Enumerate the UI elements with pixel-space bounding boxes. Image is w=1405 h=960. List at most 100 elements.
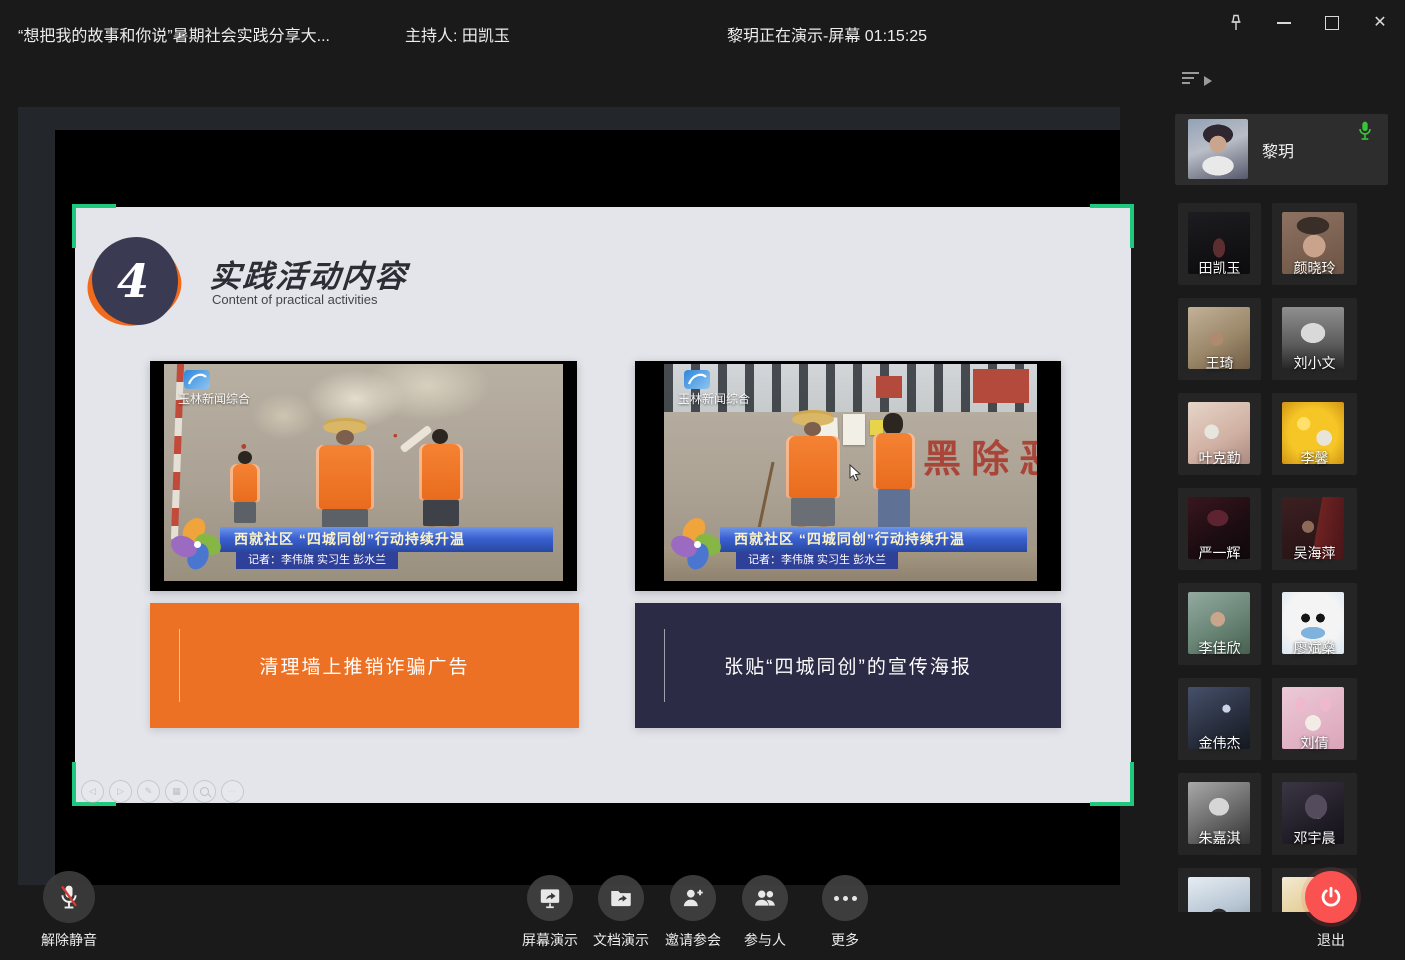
collapse-line [1182, 82, 1190, 84]
screen-share-icon [527, 875, 573, 921]
close-icon: ✕ [1373, 15, 1386, 31]
participant-tile[interactable] [1178, 868, 1261, 912]
tv-logo-icon [684, 370, 710, 389]
figure-head [804, 422, 821, 436]
zoom-icon [193, 780, 216, 803]
participant-tile[interactable]: 叶克勤 [1178, 393, 1261, 475]
maximize-button[interactable] [1317, 8, 1347, 38]
collapse-panel-icon[interactable] [1182, 72, 1212, 90]
figure-shorts [791, 498, 835, 526]
invite-icon [670, 875, 716, 921]
participants-panel: 黎玥 田凯玉 颜晓玲 王琦 刘小文 叶克勤 李馨 严一辉 吴海萍 李佳欣 廖斌燊… [1165, 60, 1405, 912]
participant-name: 廖斌燊 [1272, 638, 1357, 658]
figure-vest [230, 464, 260, 502]
screen-share-label: 屏幕演示 [515, 930, 585, 950]
participant-name: 颜晓玲 [1272, 258, 1357, 278]
tv-watermark: 玉林新闻综合 [178, 370, 250, 407]
news-caption-bar: 西就社区 “四城同创”行动持续升温 记者：李伟旗 实习生 彭水兰 [664, 527, 1037, 575]
participant-tile[interactable]: 田凯玉 [1178, 203, 1261, 285]
slide-nav-controls: ◁ ▷ ✎ ▦ ∙∙∙ [81, 780, 244, 803]
figure-shorts [423, 500, 459, 526]
power-icon [1305, 871, 1357, 923]
participant-tile[interactable]: 邓宇晨 [1272, 773, 1357, 855]
video-still-right: 扫黑除恶 [635, 361, 1061, 591]
figure-vest [786, 436, 840, 498]
more-icon: ∙∙∙ [221, 780, 244, 803]
unmute-label: 解除静音 [14, 930, 124, 950]
prev-icon: ◁ [81, 780, 104, 803]
mouse-cursor [849, 464, 863, 487]
collapse-arrow [1204, 76, 1212, 86]
participant-tile[interactable]: 严一辉 [1178, 488, 1261, 570]
collapse-line [1182, 72, 1199, 74]
window-controls: ✕ [1221, 8, 1395, 38]
titlebar: “想把我的故事和你说”暑期社会实践分享大... 主持人: 田凯玉 黎玥正在演示-… [0, 0, 1405, 64]
tv-watermark: 玉林新闻综合 [678, 370, 750, 407]
figure-head [432, 429, 448, 444]
red-building-patch [876, 376, 902, 398]
caption-box-orange: 清理墙上推销诈骗广告 [150, 603, 579, 728]
minimize-button[interactable] [1269, 8, 1299, 38]
caption-box-navy: 张贴“四城同创”的宣传海报 [635, 603, 1061, 728]
participant-name: 王琦 [1178, 353, 1261, 373]
figure-vest [316, 445, 374, 509]
participants-label: 参与人 [737, 930, 793, 950]
caption-divider-line [179, 629, 180, 702]
participant-tile[interactable]: 刘倩 [1272, 678, 1357, 760]
section-number-badge: 4 [85, 233, 185, 333]
participant-tile[interactable]: 李馨 [1272, 393, 1357, 475]
watermark-text: 玉林新闻综合 [678, 390, 750, 407]
participant-tile[interactable]: 颜晓玲 [1272, 203, 1357, 285]
section-number: 4 [117, 254, 149, 308]
participants-icon [742, 875, 788, 921]
close-button[interactable]: ✕ [1365, 8, 1395, 38]
participant-name: 金伟杰 [1178, 733, 1261, 753]
mic-on-icon [1357, 120, 1373, 147]
participant-tile[interactable]: 朱嘉淇 [1178, 773, 1261, 855]
next-icon: ▷ [109, 780, 132, 803]
host-label: 主持人: 田凯玉 [405, 22, 510, 46]
participant-name: 叶克勤 [1178, 448, 1261, 468]
avatar [1188, 877, 1250, 912]
news-caption-bar: 西就社区 “四城同创”行动持续升温 记者：李伟旗 实习生 彭水兰 [164, 527, 563, 575]
participant-tile[interactable]: 金伟杰 [1178, 678, 1261, 760]
speaker-card[interactable]: 黎玥 [1175, 114, 1388, 185]
participant-tile[interactable]: 王琦 [1178, 298, 1261, 380]
speaker-name: 黎玥 [1262, 138, 1294, 162]
participant-name: 刘倩 [1272, 733, 1357, 753]
meeting-title: “想把我的故事和你说”暑期社会实践分享大... [18, 22, 330, 46]
participant-name: 刘小文 [1272, 353, 1357, 373]
exit-label: 退出 [1301, 930, 1361, 950]
news-caption-sub: 记者：李伟旗 实习生 彭水兰 [236, 552, 398, 569]
red-building-patch [973, 369, 1029, 403]
maximize-icon [1325, 16, 1339, 30]
slide-subtitle: Content of practical activities [212, 292, 377, 307]
tv-logo-icon [184, 370, 210, 389]
person-figure [228, 451, 262, 523]
pin-icon[interactable] [1221, 8, 1251, 38]
more-icon [822, 875, 868, 921]
video-photo: 扫黑除恶 [664, 364, 1037, 581]
participant-name: 邓宇晨 [1272, 828, 1357, 848]
caption-divider-line [664, 629, 665, 702]
participant-tile[interactable]: 吴海萍 [1272, 488, 1357, 570]
logo-center [194, 541, 201, 548]
collapse-line [1182, 77, 1194, 79]
presenting-status: 黎玥正在演示-屏幕 01:15:25 [727, 22, 927, 46]
news-caption-main: 西就社区 “四城同创”行动持续升温 [720, 527, 1027, 552]
participant-name: 李馨 [1272, 448, 1357, 468]
participant-name: 田凯玉 [1178, 258, 1261, 278]
slides-icon: ▦ [165, 780, 188, 803]
participant-name: 吴海萍 [1272, 543, 1357, 563]
watermark-text: 玉林新闻综合 [178, 390, 250, 407]
shared-screen-region: 4 实践活动内容 Content of practical activities [18, 107, 1120, 885]
video-photo: 玉林新闻综合 西就社区 “四城同创”行动持续升温 记者：李伟旗 实习生 彭水兰 [164, 364, 563, 581]
participant-tile[interactable]: 廖斌燊 [1272, 583, 1357, 665]
shared-screen-letterbox: 4 实践活动内容 Content of practical activities [55, 130, 1120, 885]
participant-tile[interactable]: 李佳欣 [1178, 583, 1261, 665]
participant-tile[interactable]: 刘小文 [1272, 298, 1357, 380]
meeting-window: “想把我的故事和你说”暑期社会实践分享大... 主持人: 田凯玉 黎玥正在演示-… [0, 0, 1405, 960]
invite-label: 邀请参会 [658, 930, 728, 950]
participant-name: 朱嘉淇 [1178, 828, 1261, 848]
video-still-left: 玉林新闻综合 西就社区 “四城同创”行动持续升温 记者：李伟旗 实习生 彭水兰 [150, 361, 577, 591]
